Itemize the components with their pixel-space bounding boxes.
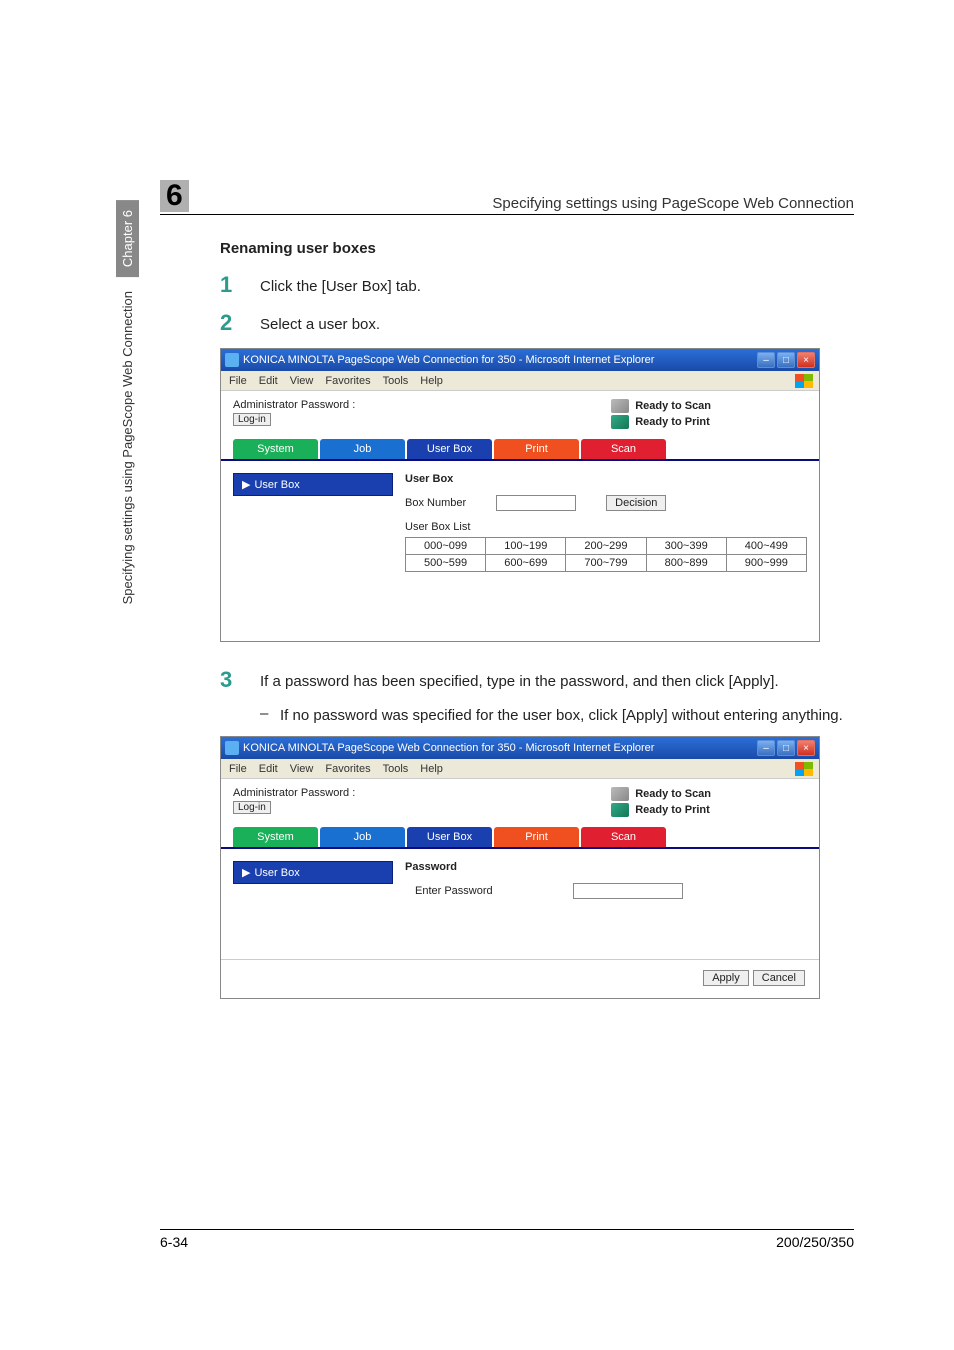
range-link[interactable]: 100~199 bbox=[486, 538, 566, 555]
range-link[interactable]: 500~599 bbox=[406, 555, 486, 572]
decision-button[interactable]: Decision bbox=[606, 495, 666, 511]
screenshot-1: KONICA MINOLTA PageScope Web Connection … bbox=[220, 348, 820, 642]
step-1-text: Click the [User Box] tab. bbox=[260, 272, 421, 297]
login-button[interactable]: Log-in bbox=[233, 413, 271, 426]
table-row: 000~099 100~199 200~299 300~399 400~499 bbox=[406, 538, 807, 555]
range-link[interactable]: 200~299 bbox=[566, 538, 646, 555]
chapter-number: 6 bbox=[160, 180, 189, 212]
tab-system[interactable]: System bbox=[233, 439, 318, 459]
tab-print[interactable]: Print bbox=[494, 827, 579, 847]
menu-help[interactable]: Help bbox=[420, 375, 443, 387]
menu-help[interactable]: Help bbox=[420, 763, 443, 775]
menu-view[interactable]: View bbox=[290, 763, 314, 775]
menu-view[interactable]: View bbox=[290, 375, 314, 387]
menu-edit[interactable]: Edit bbox=[259, 763, 278, 775]
dash-icon: – bbox=[260, 705, 280, 722]
printer-icon bbox=[611, 803, 629, 817]
maximize-button[interactable]: □ bbox=[777, 352, 795, 368]
tab-job[interactable]: Job bbox=[320, 439, 405, 459]
menu-file[interactable]: File bbox=[229, 763, 247, 775]
step-3-text: If a password has been specified, type i… bbox=[260, 667, 779, 692]
menu-edit[interactable]: Edit bbox=[259, 375, 278, 387]
step-2-text: Select a user box. bbox=[260, 310, 380, 335]
close-button[interactable]: × bbox=[797, 352, 815, 368]
step-2-number: 2 bbox=[220, 310, 260, 336]
section-title: Renaming user boxes bbox=[220, 240, 854, 257]
ie-icon bbox=[225, 353, 239, 367]
page-number: 6-34 bbox=[160, 1234, 188, 1250]
password-input[interactable] bbox=[573, 883, 683, 899]
tab-system[interactable]: System bbox=[233, 827, 318, 847]
enter-password-label: Enter Password bbox=[415, 885, 493, 897]
triangle-icon: ▶ bbox=[242, 866, 250, 879]
pane-title-userbox: User Box bbox=[405, 473, 453, 485]
range-link[interactable]: 900~999 bbox=[726, 555, 806, 572]
sidebar-item-userbox[interactable]: ▶ User Box bbox=[233, 861, 393, 884]
menu-favorites[interactable]: Favorites bbox=[325, 763, 370, 775]
triangle-icon: ▶ bbox=[242, 478, 250, 491]
maximize-button[interactable]: □ bbox=[777, 740, 795, 756]
side-chapter-label: Chapter 6 bbox=[116, 200, 139, 277]
user-box-list-table: 000~099 100~199 200~299 300~399 400~499 … bbox=[405, 537, 807, 572]
menu-file[interactable]: File bbox=[229, 375, 247, 387]
tab-print[interactable]: Print bbox=[494, 439, 579, 459]
menu-tools[interactable]: Tools bbox=[383, 375, 409, 387]
side-spec-label: Specifying settings using PageScope Web … bbox=[116, 287, 139, 608]
minimize-button[interactable]: – bbox=[757, 740, 775, 756]
tab-scan[interactable]: Scan bbox=[581, 439, 666, 459]
range-link[interactable]: 800~899 bbox=[646, 555, 726, 572]
cancel-button[interactable]: Cancel bbox=[753, 970, 805, 986]
tab-user-box[interactable]: User Box bbox=[407, 439, 492, 459]
range-link[interactable]: 700~799 bbox=[566, 555, 646, 572]
window-title: KONICA MINOLTA PageScope Web Connection … bbox=[243, 354, 654, 366]
tab-scan[interactable]: Scan bbox=[581, 827, 666, 847]
login-button[interactable]: Log-in bbox=[233, 801, 271, 814]
page-header-title: Specifying settings using PageScope Web … bbox=[492, 195, 854, 212]
scanner-icon bbox=[611, 787, 629, 801]
windows-flag-icon bbox=[795, 762, 813, 776]
tab-job[interactable]: Job bbox=[320, 827, 405, 847]
range-link[interactable]: 300~399 bbox=[646, 538, 726, 555]
step-3-number: 3 bbox=[220, 667, 260, 693]
windows-flag-icon bbox=[795, 374, 813, 388]
sidebar-item-userbox[interactable]: ▶ User Box bbox=[233, 473, 393, 496]
window-title: KONICA MINOLTA PageScope Web Connection … bbox=[243, 742, 654, 754]
scanner-icon bbox=[611, 399, 629, 413]
range-link[interactable]: 400~499 bbox=[726, 538, 806, 555]
menu-tools[interactable]: Tools bbox=[383, 763, 409, 775]
range-link[interactable]: 000~099 bbox=[406, 538, 486, 555]
model-number: 200/250/350 bbox=[776, 1234, 854, 1250]
step-1-number: 1 bbox=[220, 272, 260, 298]
menubar: File Edit View Favorites Tools Help bbox=[221, 371, 819, 391]
step-3-subtext: If no password was specified for the use… bbox=[280, 705, 843, 726]
pane-title-password: Password bbox=[405, 861, 457, 873]
close-button[interactable]: × bbox=[797, 740, 815, 756]
admin-password-label: Administrator Password : bbox=[233, 787, 355, 799]
menu-favorites[interactable]: Favorites bbox=[325, 375, 370, 387]
tab-user-box[interactable]: User Box bbox=[407, 827, 492, 847]
user-box-list-label: User Box List bbox=[405, 521, 807, 533]
range-link[interactable]: 600~699 bbox=[486, 555, 566, 572]
minimize-button[interactable]: – bbox=[757, 352, 775, 368]
table-row: 500~599 600~699 700~799 800~899 900~999 bbox=[406, 555, 807, 572]
window-titlebar: KONICA MINOLTA PageScope Web Connection … bbox=[221, 349, 819, 371]
ie-icon bbox=[225, 741, 239, 755]
ready-print-label: Ready to Print bbox=[635, 416, 710, 428]
ready-scan-label: Ready to Scan bbox=[635, 788, 711, 800]
screenshot-2: KONICA MINOLTA PageScope Web Connection … bbox=[220, 736, 820, 999]
sidebar-item-label: User Box bbox=[254, 479, 299, 491]
box-number-label: Box Number bbox=[405, 497, 466, 509]
apply-button[interactable]: Apply bbox=[703, 970, 749, 986]
printer-icon bbox=[611, 415, 629, 429]
sidebar-item-label: User Box bbox=[254, 867, 299, 879]
admin-password-label: Administrator Password : bbox=[233, 399, 355, 411]
ready-print-label: Ready to Print bbox=[635, 804, 710, 816]
box-number-input[interactable] bbox=[496, 495, 576, 511]
menubar: File Edit View Favorites Tools Help bbox=[221, 759, 819, 779]
ready-scan-label: Ready to Scan bbox=[635, 400, 711, 412]
window-titlebar: KONICA MINOLTA PageScope Web Connection … bbox=[221, 737, 819, 759]
